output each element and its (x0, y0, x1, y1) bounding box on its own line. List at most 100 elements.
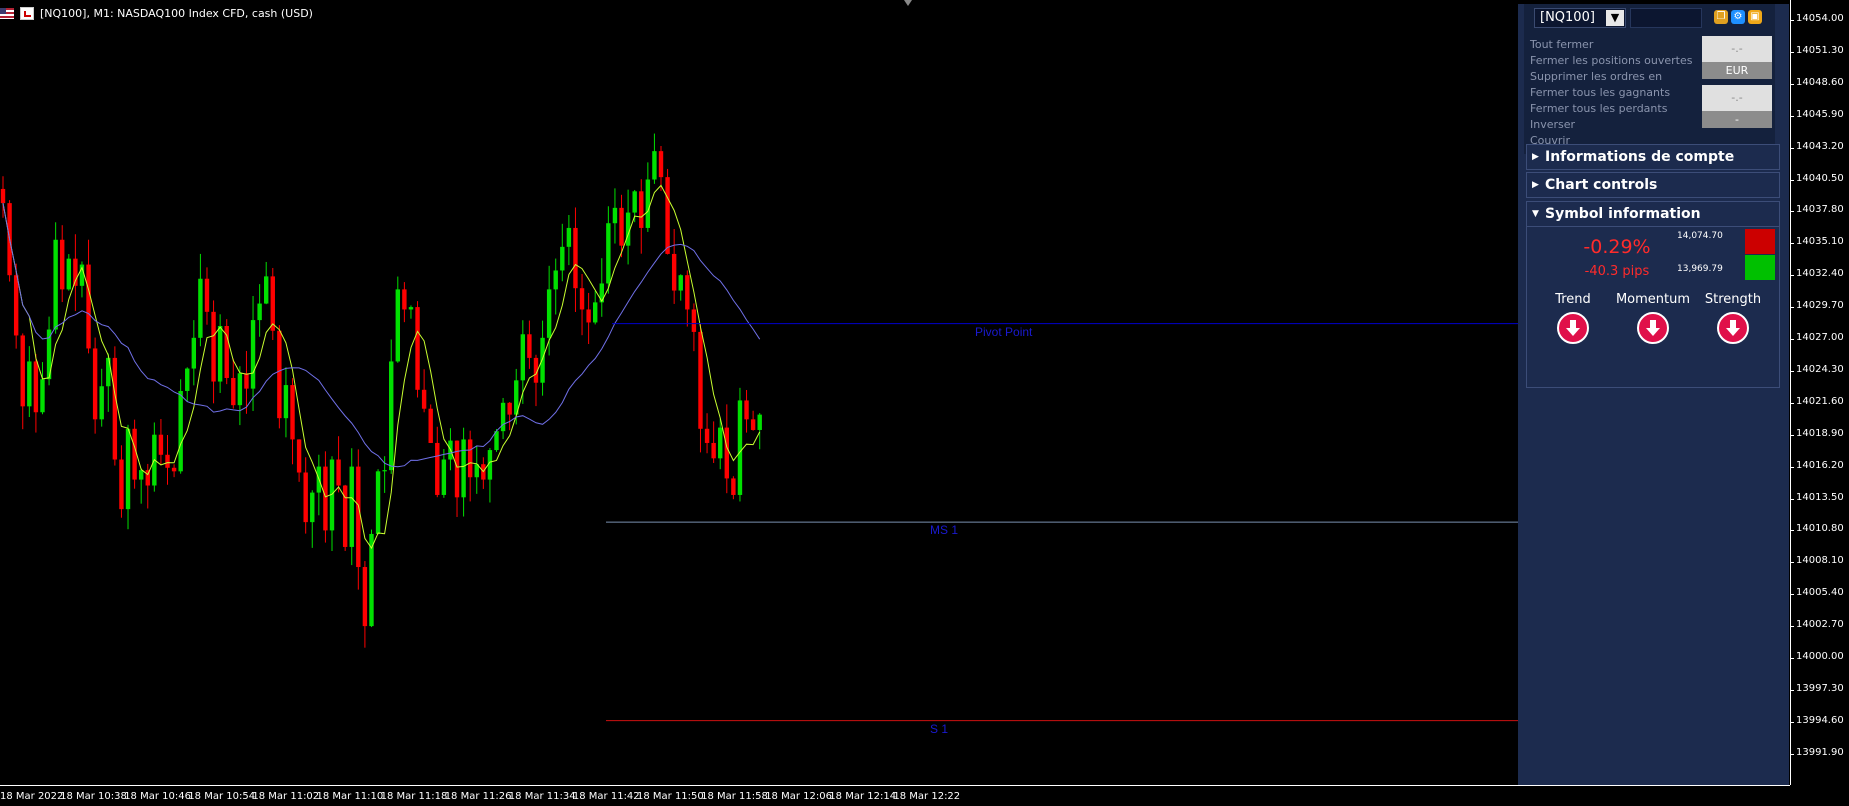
trade-panel: [NQ100] ▼ ❐ ⚙ ▣ Tout fermer Fermer les po… (1518, 4, 1789, 785)
candle-body (408, 307, 414, 310)
action-item[interactable]: Fermer les positions ouvertes (1530, 54, 1693, 67)
candle-body (421, 389, 427, 409)
candle-body (119, 459, 124, 510)
section-symbol-info[interactable]: ▼ Symbol information (1526, 201, 1780, 227)
candle-body (586, 309, 591, 323)
price-axis-label: 14016.20 (1796, 459, 1844, 471)
candle-body (645, 179, 651, 228)
candle-body (92, 348, 98, 420)
symbol-extra-field[interactable] (1630, 8, 1702, 28)
price-axis-tick (1790, 307, 1794, 309)
price-axis-tick (1790, 721, 1794, 723)
action-item[interactable]: Fermer tous les gagnants (1530, 86, 1670, 99)
gear-icon[interactable]: ⚙ (1731, 10, 1745, 24)
price-axis-tick (1790, 402, 1794, 404)
candle-body (191, 337, 197, 369)
candle-body (158, 434, 164, 455)
candle-body (336, 459, 341, 486)
candle-body (40, 379, 45, 413)
candle-body (744, 400, 749, 420)
price-axis-label: 14027.00 (1796, 332, 1844, 343)
candle-body (671, 253, 677, 291)
chart-shift-marker-icon (904, 0, 912, 6)
candle-body (454, 440, 460, 498)
action-item[interactable]: Tout fermer (1530, 38, 1593, 51)
price-axis-tick (1790, 466, 1794, 468)
section-chart-controls[interactable]: ▶ Chart controls (1526, 172, 1780, 198)
price-axis-label: 14029.70 (1796, 300, 1844, 312)
candle-body (711, 442, 716, 459)
candle-body (461, 439, 466, 498)
candle-body (382, 470, 387, 472)
candle-body (138, 470, 144, 480)
trend-down-arrow-icon (1557, 312, 1589, 344)
candle-body (20, 335, 25, 407)
candle-body (66, 258, 71, 290)
day-low-swatch (1745, 255, 1775, 280)
time-axis-label: 18 Mar 11:02 (252, 791, 320, 802)
candle-body (237, 373, 243, 406)
candle-body (639, 191, 644, 228)
candle-body (132, 428, 137, 480)
time-axis-label: 18 Mar 11:50 (637, 791, 704, 802)
candle-body (211, 311, 216, 382)
price-axis-label: 14035.10 (1796, 236, 1844, 248)
caret-right-icon: ▶ (1532, 180, 1539, 190)
candle-body (395, 289, 400, 362)
candle-body (632, 191, 637, 213)
symbol-select[interactable]: [NQ100] ▼ (1534, 8, 1626, 28)
profit-value-button[interactable]: -.- (1702, 36, 1772, 62)
candle-body (60, 239, 65, 290)
candle-body (731, 478, 736, 495)
action-item[interactable]: Inverser (1530, 118, 1575, 131)
time-axis-label: 18 Mar 12:14 (829, 791, 897, 802)
lot-sub-label: - (1702, 111, 1772, 128)
price-axis-tick (1790, 179, 1794, 181)
momentum-label: Momentum (1615, 292, 1691, 307)
section-account-info[interactable]: ▶ Informations de compte (1526, 144, 1780, 170)
strength-label: Strength (1704, 292, 1762, 307)
time-axis-label: 18 Mar 11:34 (508, 791, 576, 802)
level-label: Pivot Point (975, 324, 1033, 339)
chevron-down-icon[interactable]: ▼ (1606, 10, 1624, 26)
price-axis-label: 14054.00 (1796, 13, 1844, 24)
candle-body (467, 439, 473, 478)
expand-icon[interactable]: ▣ (1748, 10, 1762, 24)
candle-body (178, 390, 183, 472)
candle-body (53, 239, 58, 330)
candle-body (99, 386, 104, 420)
candle-body (0, 188, 6, 204)
price-axis-label: 14021.60 (1796, 395, 1844, 407)
price-axis-label: 14000.00 (1796, 651, 1844, 662)
windows-icon[interactable]: ❐ (1714, 10, 1728, 24)
candle-body (593, 302, 598, 323)
price-axis-tick (1790, 339, 1794, 340)
price-axis-tick (1790, 658, 1794, 659)
candle-body (619, 207, 624, 246)
price-axis-label: 14010.80 (1796, 523, 1844, 535)
lot-value-button[interactable]: -.- (1702, 85, 1772, 111)
candle-body (757, 414, 762, 430)
candle-body (520, 334, 526, 381)
candle-body (264, 276, 269, 304)
price-axis-tick (1790, 594, 1794, 596)
symbol-info-box: -0.29% -40.3 pips 14,074.70 13,969.79 Tr… (1526, 226, 1780, 388)
candle-body (527, 334, 532, 358)
price-axis-label: 13991.90 (1796, 746, 1844, 758)
action-item[interactable]: Fermer tous les perdants (1530, 102, 1667, 115)
time-axis-label: 18 Mar 12:22 (893, 791, 961, 802)
candle-body (303, 472, 308, 523)
candle-body (691, 309, 697, 332)
price-axis-label: 14051.30 (1796, 44, 1844, 56)
candle-body (428, 408, 433, 443)
action-item[interactable]: Supprimer les ordres en (1530, 70, 1662, 83)
candle-body (323, 466, 328, 531)
candle-body (33, 361, 39, 413)
candle-body (125, 428, 131, 510)
chart-header: [NQ100], M1: NASDAQ100 Index CFD, cash (… (0, 4, 313, 22)
price-axis-tick (1790, 753, 1794, 755)
price-axis-tick (1790, 370, 1794, 372)
price-axis-label: 14032.40 (1796, 268, 1844, 280)
candle-body (349, 466, 354, 547)
candle-body (560, 246, 565, 271)
